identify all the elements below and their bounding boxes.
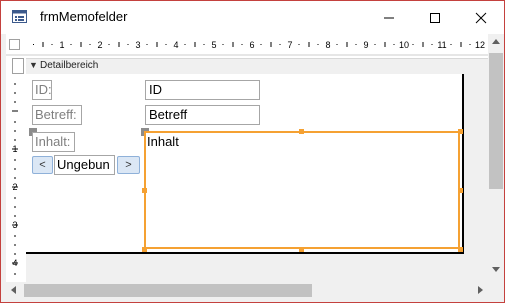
- vertical-scrollbar-graphic: [489, 39, 503, 272]
- hruler-tick-label: 12: [475, 40, 485, 50]
- ruler-divider: [6, 54, 488, 56]
- design-background: [26, 254, 488, 282]
- inhalt-field[interactable]: Inhalt: [144, 131, 460, 249]
- minimize-icon: [384, 17, 394, 18]
- hruler-tick-label: 3: [135, 40, 140, 50]
- nav-unbound-textbox[interactable]: Ungebun: [54, 155, 115, 175]
- minimize-button[interactable]: [366, 1, 412, 34]
- horizontal-scrollbar-graphic: [11, 284, 483, 297]
- hruler-tick-label: 9: [363, 40, 368, 50]
- horizontal-ruler[interactable]: 1 2 3 4 5 6 7 8 9 10 11 12: [26, 34, 488, 54]
- hruler-tick-label: 11: [437, 40, 446, 50]
- form-design-window: frmMemofelder 1 2 3 4 5 6 7 8 9 10 11 12…: [0, 0, 505, 303]
- vertical-ruler[interactable]: 1 2 3 4 5: [6, 74, 26, 282]
- inhalt-label[interactable]: Inhalt:: [32, 132, 75, 152]
- id-field[interactable]: ID: [145, 80, 260, 100]
- section-label: Detailbereich: [40, 60, 99, 71]
- hruler-tick-label: 10: [399, 40, 409, 50]
- resize-handle[interactable]: [458, 129, 463, 134]
- resize-handle[interactable]: [458, 188, 463, 193]
- close-button[interactable]: [458, 1, 504, 34]
- resize-handle[interactable]: [458, 247, 463, 252]
- hruler-tick-label: 6: [249, 40, 254, 50]
- betreff-field[interactable]: Betreff: [145, 105, 260, 125]
- design-background: [464, 74, 488, 254]
- resize-handle[interactable]: [299, 129, 304, 134]
- scroll-up-icon: [492, 39, 500, 44]
- scroll-thumb: [24, 284, 312, 297]
- resize-handle[interactable]: [142, 247, 147, 252]
- id-label[interactable]: ID:: [32, 80, 52, 100]
- vertical-ruler-marks: 1 2 3 4 5: [12, 83, 18, 275]
- close-icon: [475, 12, 487, 23]
- resize-handle[interactable]: [299, 247, 304, 252]
- maximize-icon: [430, 12, 440, 23]
- hruler-tick-label: 7: [287, 40, 292, 50]
- nav-next-button[interactable]: >: [117, 156, 140, 174]
- scroll-thumb: [489, 53, 503, 189]
- hruler-tick-label: 1: [59, 40, 64, 50]
- scroll-down-icon: [492, 267, 500, 272]
- scroll-left-icon: [11, 286, 16, 294]
- section-header-detailbereich[interactable]: ▼ Detailbereich: [26, 58, 488, 75]
- resize-handle[interactable]: [142, 188, 147, 193]
- betreff-label[interactable]: Betreff:: [32, 105, 82, 125]
- horizontal-ruler-marks: 1 2 3 4 5 6 7 8 9 10 11 12: [33, 40, 485, 50]
- form-icon: [12, 10, 27, 23]
- horizontal-scrollbar[interactable]: [6, 282, 488, 299]
- scroll-right-icon: [478, 286, 483, 294]
- design-surface: 1 2 3 4 5 6 7 8 9 10 11 12 ▼ Detailberei…: [6, 34, 488, 282]
- section-arrow-icon: ▼: [29, 60, 38, 70]
- hruler-tick-label: 2: [97, 40, 102, 50]
- vruler-tick-label: 3: [12, 220, 17, 230]
- scroll-corner: [488, 282, 504, 299]
- vruler-tick-label: 4: [12, 258, 17, 268]
- section-selector[interactable]: [12, 58, 24, 74]
- vruler-tick-label: 1: [12, 144, 17, 154]
- maximize-button[interactable]: [412, 1, 458, 34]
- hruler-tick-label: 8: [325, 40, 330, 50]
- vertical-scrollbar[interactable]: [488, 34, 504, 282]
- nav-prev-button[interactable]: <: [32, 156, 53, 174]
- form-selector[interactable]: [9, 39, 20, 50]
- hruler-tick-label: 4: [173, 40, 178, 50]
- detail-section-canvas[interactable]: ID: ID Betreff: Betreff Inhalt: < Ungebu…: [26, 74, 464, 254]
- title-bar[interactable]: frmMemofelder: [1, 1, 504, 34]
- window-title: frmMemofelder: [40, 9, 128, 24]
- hruler-tick-label: 5: [211, 40, 216, 50]
- vruler-tick-label: 2: [12, 182, 17, 192]
